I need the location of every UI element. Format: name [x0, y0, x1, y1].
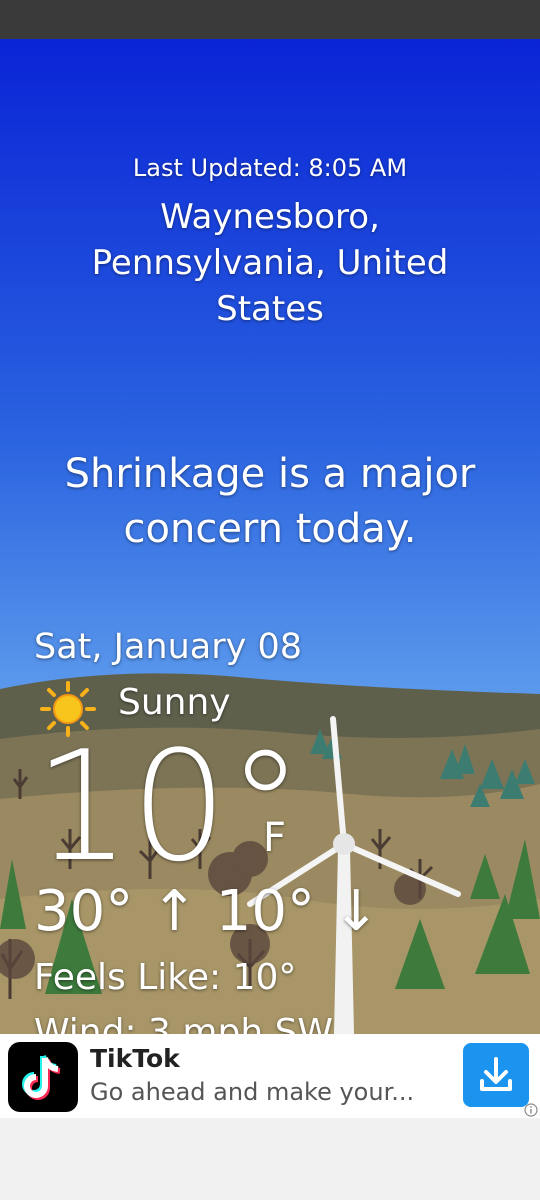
high-low-temperature: 30° ↑ 10° ↓: [34, 879, 380, 944]
current-temperature: 10°: [34, 718, 304, 895]
temperature-unit: F: [263, 815, 287, 861]
download-icon: [480, 1057, 512, 1091]
ad-description[interactable]: Go ahead and make your...: [90, 1078, 414, 1106]
feels-like: Feels Like: 10°: [34, 957, 297, 998]
last-updated: Last Updated: 8:05 AM: [132, 154, 408, 182]
forecast-date: Sat, January 08: [34, 627, 302, 667]
condition-label: Sunny: [118, 682, 231, 723]
ad-banner[interactable]: TikTok Go ahead and make your...: [0, 1034, 540, 1118]
weather-tagline: Shrinkage is a major concern today.: [64, 451, 476, 552]
info-icon[interactable]: [524, 1103, 538, 1117]
location-name: Waynesboro, Pennsylvania, United States: [91, 197, 449, 329]
weather-background: Last Updated: 8:05 AM Waynesboro, Pennsy…: [0, 39, 540, 1034]
ad-app-name[interactable]: TikTok: [90, 1044, 180, 1073]
download-button[interactable]: [463, 1043, 529, 1107]
tiktok-logo-icon[interactable]: [8, 1042, 78, 1112]
status-bar: [0, 0, 540, 39]
wind-speed: Wind: 3 mph SW: [34, 1012, 334, 1034]
